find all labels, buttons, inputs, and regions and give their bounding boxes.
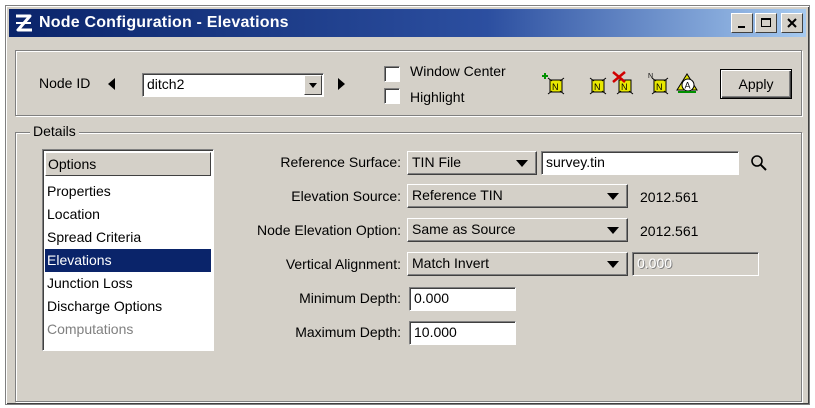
highlight-checkbox[interactable] [384,88,400,104]
minimize-icon [738,26,745,28]
minimum-depth-input[interactable]: 0.000 [409,287,516,311]
svg-text:N: N [648,73,653,80]
window-center-label: Window Center [410,63,506,79]
edit-node-icon[interactable]: N [584,70,610,96]
minimum-depth-label: Minimum Depth: [299,290,401,306]
window-center-checkbox[interactable] [384,66,400,82]
reference-surface-type-dropdown[interactable]: TIN File [407,151,537,175]
prev-arrow-icon[interactable] [105,76,117,92]
reference-surface-file-input[interactable]: survey.tin [541,151,739,175]
elevation-source-label: Elevation Source: [291,188,401,204]
magnifier-icon[interactable] [749,153,769,173]
details-legend: Details [30,123,79,139]
option-properties[interactable]: Properties [45,180,211,203]
maximum-depth-label: Maximum Depth: [295,324,401,340]
vertical-alignment-label: Vertical Alignment: [285,256,401,272]
node-annotate-icon[interactable]: A [674,70,700,96]
node-elevation-option-value: Same as Source [412,221,516,237]
maximize-icon [761,18,771,27]
option-discharge-options[interactable]: Discharge Options [45,295,211,318]
elevation-source-value: Reference TIN [412,187,503,203]
option-location[interactable]: Location [45,203,211,226]
window-title: Node Configuration - Elevations [39,14,289,31]
node-elevation-option-label: Node Elevation Option: [257,222,401,238]
svg-text:N: N [594,82,601,92]
chevron-down-icon [309,83,317,88]
highlight-label: Highlight [410,89,465,105]
close-icon [787,18,797,28]
reference-surface-file-value: survey.tin [546,154,605,170]
node-id-value: ditch2 [147,76,185,92]
next-arrow-icon[interactable] [336,76,348,92]
options-header: Options [45,152,211,176]
node-configuration-window: Node Configuration - Elevations Node ID … [5,5,810,405]
app-logo-icon [16,14,32,32]
title-bar[interactable]: Node Configuration - Elevations [9,9,806,37]
apply-button[interactable]: Apply [720,69,792,99]
svg-text:A: A [685,81,691,91]
maximum-depth-value: 10.000 [414,324,457,340]
vertical-alignment-dropdown[interactable]: Match Invert [407,252,628,276]
node-id-label: Node ID [39,75,91,91]
minimize-button[interactable] [731,13,753,33]
chevron-down-icon [516,160,528,167]
title-buttons [731,13,803,33]
node-elevation-readout: 2012.561 [640,223,699,239]
maximum-depth-input[interactable]: 10.000 [409,321,516,345]
apply-button-label: Apply [738,76,774,92]
delete-node-icon[interactable]: N [611,70,637,96]
node-elevation-option-dropdown[interactable]: Same as Source [407,218,628,242]
option-computations: Computations [47,321,134,337]
maximize-button[interactable] [755,13,777,33]
svg-text:N: N [552,82,559,92]
options-list[interactable]: Options Properties Location Spread Crite… [42,149,214,351]
minimum-depth-value: 0.000 [414,290,450,306]
svg-text:N: N [656,82,663,92]
option-spread-criteria[interactable]: Spread Criteria [45,226,211,249]
vertical-alignment-field: 0.000 [632,252,759,276]
elevation-source-dropdown[interactable]: Reference TIN [407,184,628,208]
vertical-alignment-field-value: 0.000 [637,255,673,271]
node-id-dropdown-button[interactable] [304,75,322,95]
vertical-alignment-value: Match Invert [412,255,490,271]
close-button[interactable] [781,13,803,33]
chevron-down-icon [607,261,619,268]
option-junction-loss[interactable]: Junction Loss [45,272,211,295]
elevation-source-readout: 2012.561 [640,189,699,205]
reference-surface-label: Reference Surface: [280,154,401,170]
reference-surface-type-value: TIN File [412,154,461,170]
option-elevations[interactable]: Elevations [45,249,211,272]
node-settings-icon[interactable]: N N [646,70,672,96]
chevron-down-icon [607,193,619,200]
chevron-down-icon [607,227,619,234]
svg-text:N: N [621,82,628,92]
add-node-icon[interactable]: N [541,70,567,96]
node-id-combobox[interactable]: ditch2 [142,73,324,97]
